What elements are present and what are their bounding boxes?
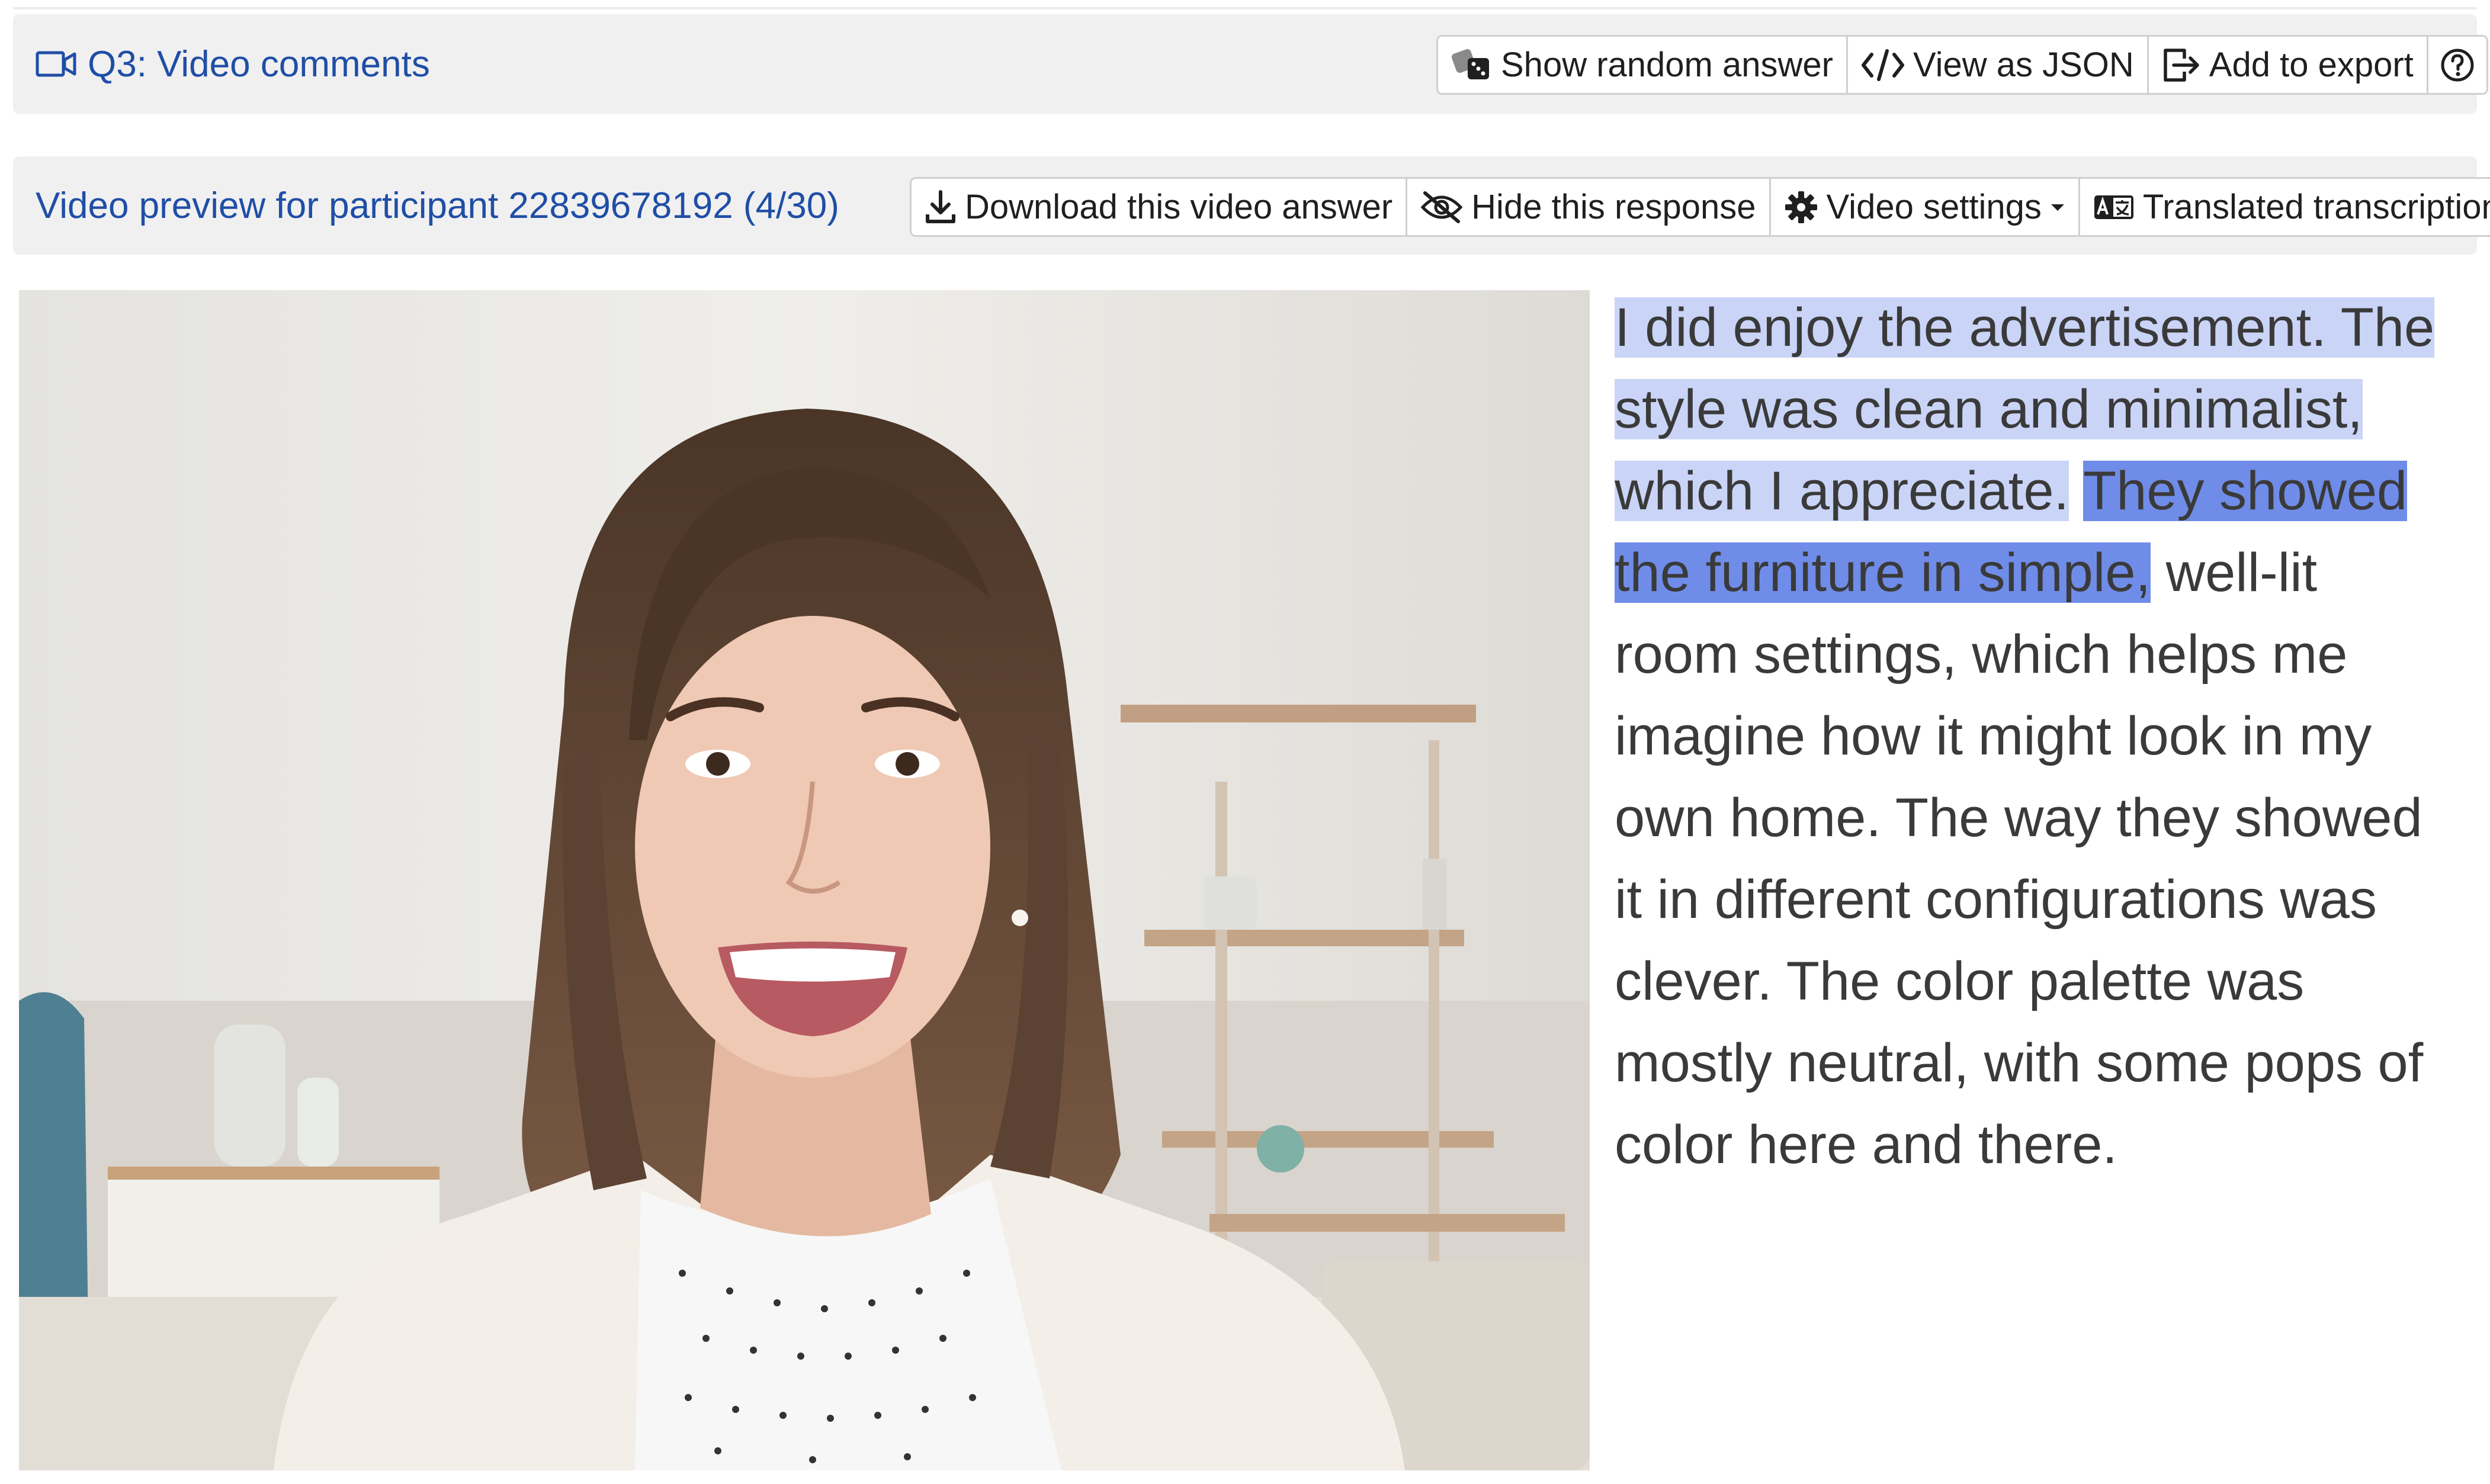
video-settings-dropdown[interactable]: Video settings: [1770, 179, 2080, 235]
question-title[interactable]: Q3: Video comments: [36, 14, 430, 114]
hide-response-label: Hide this response: [1471, 188, 1756, 226]
view-as-json-label: View as JSON: [1913, 46, 2134, 84]
video-toolbar: Download this video answer Hide this res…: [910, 177, 2490, 237]
download-video-button[interactable]: Download this video answer: [912, 179, 1408, 235]
caret-down-icon: [2051, 204, 2064, 211]
video-frame-image: [19, 290, 1590, 1470]
export-icon: [2164, 48, 2199, 82]
download-icon: [926, 189, 955, 223]
download-video-label: Download this video answer: [965, 188, 1393, 226]
question-label: Q3:: [88, 43, 147, 85]
transcript-remaining: well-lit room settings, which helps me i…: [1615, 542, 2424, 1175]
add-to-export-label: Add to export: [2209, 46, 2414, 84]
view-as-json-button[interactable]: View as JSON: [1847, 37, 2149, 93]
dice-icon: [1451, 49, 1489, 79]
show-random-answer-label: Show random answer: [1501, 46, 1833, 84]
video-player[interactable]: [19, 290, 1590, 1470]
transcript-text: I did enjoy the advertisement. The style…: [1615, 287, 2456, 1186]
video-preview-header: Video preview for participant 2283967819…: [13, 156, 2490, 255]
help-button[interactable]: [2428, 37, 2486, 93]
code-icon: [1861, 49, 1904, 81]
video-camera-icon: [36, 51, 76, 77]
question-circle-icon: [2441, 49, 2474, 81]
top-divider: [13, 7, 2477, 9]
gear-icon: [1785, 191, 1817, 223]
show-random-answer-button[interactable]: Show random answer: [1438, 37, 1848, 93]
translate-icon: [2094, 195, 2133, 219]
add-to-export-button[interactable]: Add to export: [2148, 37, 2428, 93]
question-header: Q3: Video comments Show random answer Vi…: [13, 14, 2488, 114]
eye-slash-icon: [1420, 191, 1463, 223]
translated-transcription-label: Translated transcription: [2142, 188, 2490, 226]
video-settings-label: Video settings: [1826, 188, 2042, 226]
question-name: Video comments: [157, 43, 430, 85]
hide-response-button[interactable]: Hide this response: [1407, 179, 1771, 235]
question-toolbar: Show random answer View as JSON Add to e…: [1436, 35, 2488, 95]
translated-transcription-button[interactable]: Translated transcription: [2080, 179, 2490, 235]
video-preview-title: Video preview for participant 2283967819…: [36, 185, 839, 226]
